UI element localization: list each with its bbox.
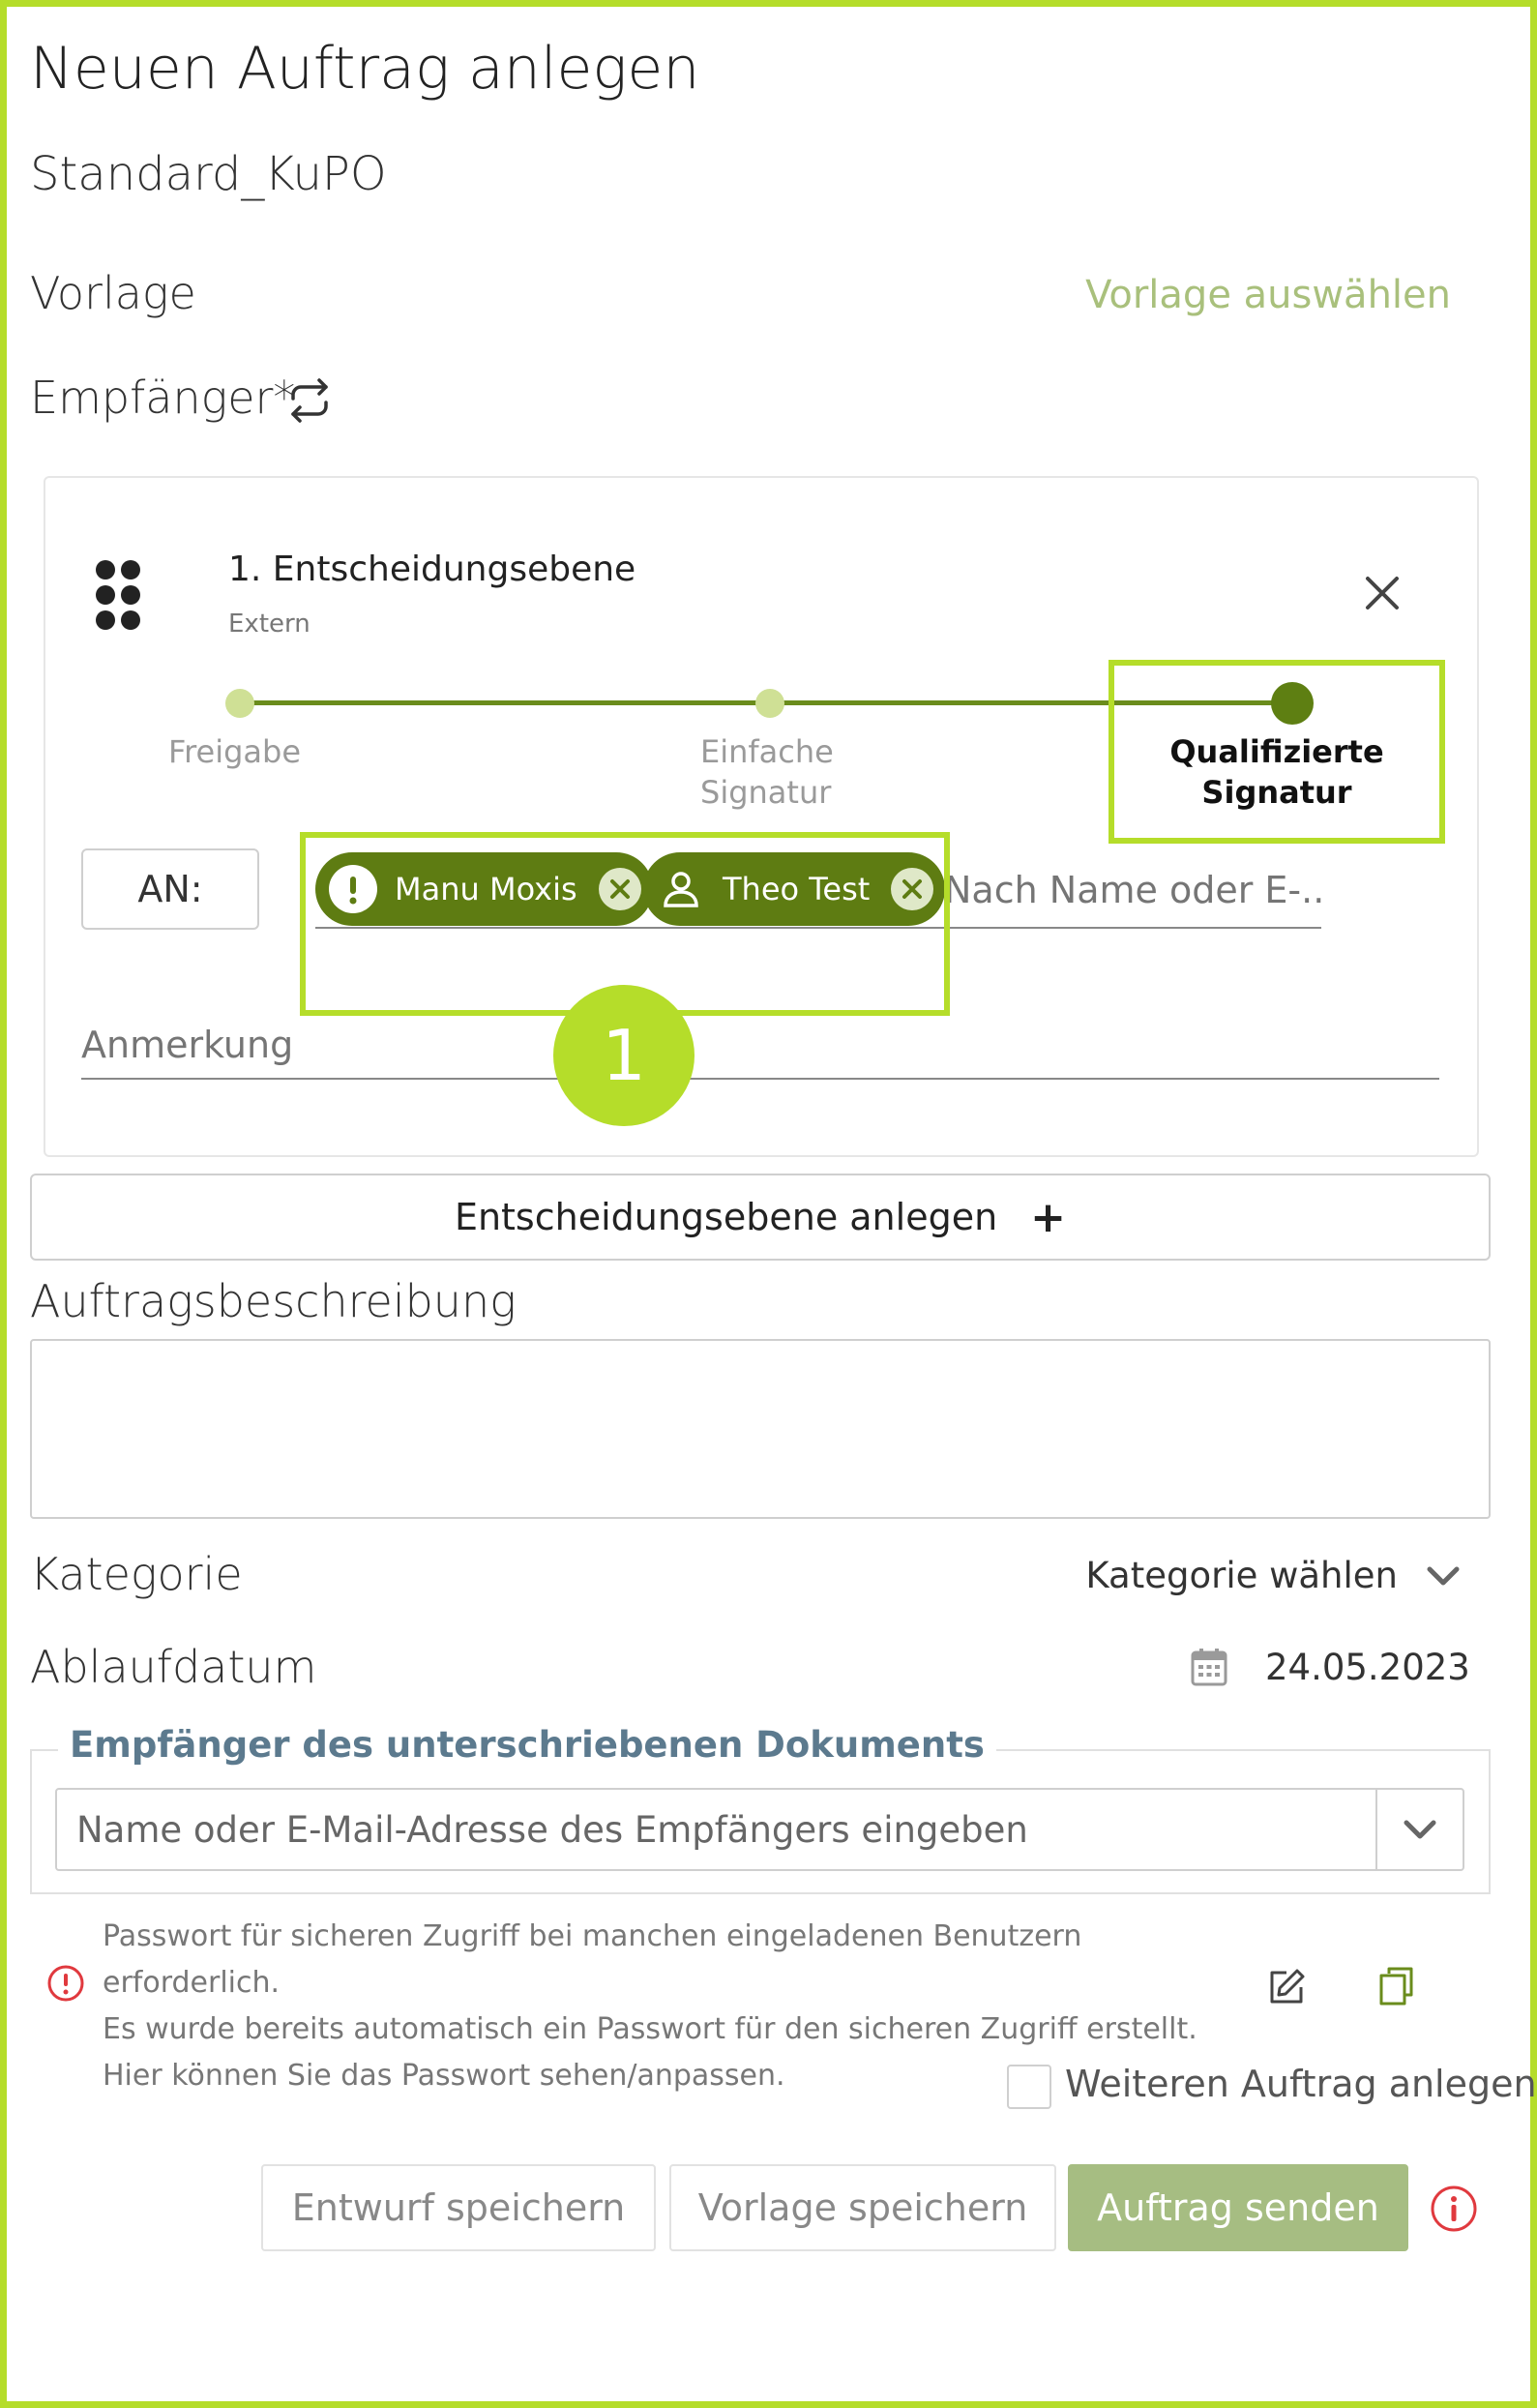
calendar-icon[interactable] [1190,1647,1228,1687]
description-textarea[interactable] [30,1339,1491,1519]
template-name: Standard_KuPO [30,147,387,201]
select-template-link[interactable]: Vorlage auswählen [1085,273,1451,317]
recipients-label: Empfänger* [30,372,296,424]
decision-level-subtitle: Extern [228,609,310,639]
page-title: Neuen Auftrag anlegen [30,35,700,103]
save-template-button[interactable]: Vorlage speichern [669,2164,1056,2251]
step-dot-freigabe[interactable] [225,689,254,718]
edit-password-icon[interactable] [1265,1966,1308,2008]
expiry-label: Ablaufdatum [30,1641,317,1693]
signed-document-recipient-placeholder[interactable]: Name oder E-Mail-Adresse des Empfängers … [57,1790,1375,1869]
to-button[interactable]: AN: [81,848,259,930]
another-order-label: Weiteren Auftrag anlegen [1065,2063,1537,2105]
template-label: Vorlage [30,267,196,319]
step-label-freigabe: Freigabe [168,733,302,770]
copy-password-icon[interactable] [1375,1964,1418,2008]
chevron-down-icon[interactable] [1375,1790,1463,1869]
recipient-search-input[interactable] [944,861,1321,919]
plus-icon: + [1030,1192,1067,1242]
info-icon[interactable] [1430,2185,1478,2233]
add-decision-level-label: Entscheidungsebene anlegen [454,1196,998,1238]
add-decision-level-button[interactable]: Entscheidungsebene anlegen + [30,1174,1491,1261]
note-input[interactable] [81,1016,1439,1074]
note-input-underline [81,1078,1439,1080]
category-select[interactable]: Kategorie wählen [1085,1555,1462,1596]
step-label-qualifizierte-signatur: Qualifizierte Signatur [1169,733,1384,811]
signed-document-recipient-combobox[interactable]: Name oder E-Mail-Adresse des Empfängers … [55,1788,1464,1871]
callout-badge: 1 [553,985,695,1126]
password-notice-line1: Passwort für sicheren Zugriff bei manche… [103,1919,1082,2000]
category-label: Kategorie [30,1548,243,1600]
expiry-date-value[interactable]: 24.05.2023 [1265,1647,1470,1688]
category-value: Kategorie wählen [1085,1555,1398,1596]
chevron-down-icon [1425,1563,1462,1589]
step-label-einfache-signatur: Einfache Signatur [700,733,834,811]
error-icon [46,1964,85,2003]
decision-level-title: 1. Entscheidungsebene [228,550,636,589]
send-order-button[interactable]: Auftrag senden [1068,2164,1408,2251]
save-draft-button[interactable]: Entwurf speichern [261,2164,656,2251]
swap-order-icon[interactable] [284,375,335,426]
signed-document-recipient-legend: Empfänger des unterschriebenen Dokuments [58,1724,996,1766]
another-order-checkbox[interactable] [1007,2065,1051,2109]
description-label: Auftragsbeschreibung [30,1275,517,1327]
drag-handle-icon[interactable] [93,557,141,631]
step-dot-einfache-signatur[interactable] [755,689,784,718]
close-icon[interactable] [1358,569,1406,617]
